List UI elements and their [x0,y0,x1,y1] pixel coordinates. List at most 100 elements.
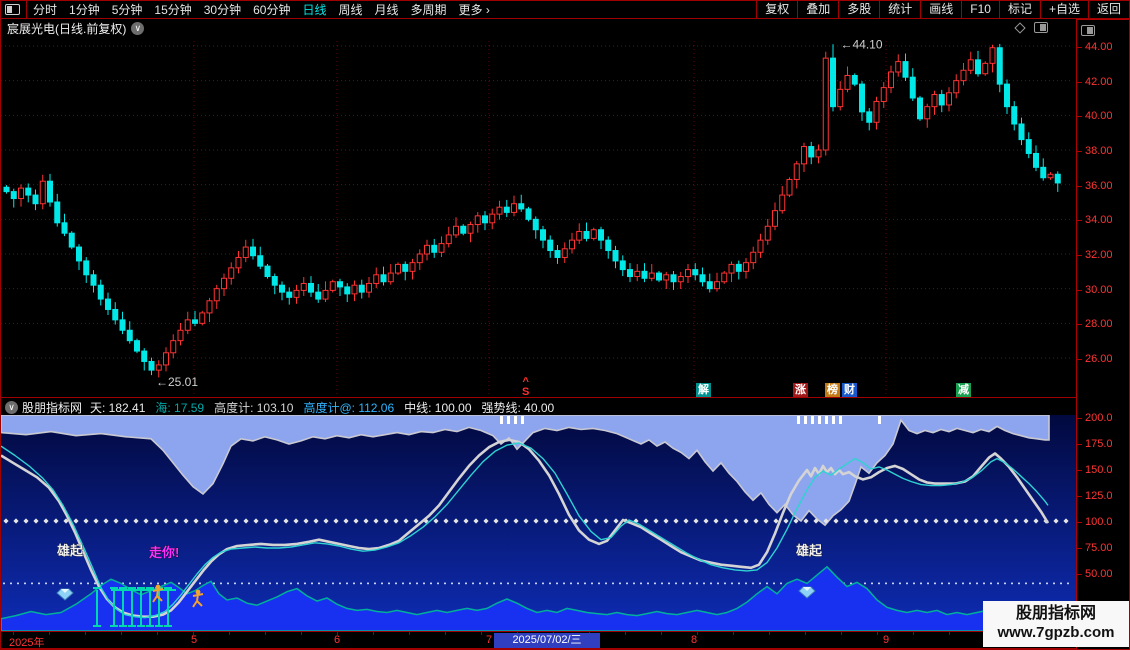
candle-body [866,111,873,123]
strong-line-dot [563,582,565,585]
time-axis[interactable]: 2025年 5 6 7 8 9 2025/07/02/三 [1,631,1076,649]
indicator-header[interactable]: ∨ 股朋指标网 天: 182.41 海: 17.59 高度计: 103.10 高度计@… [1,399,1076,415]
strong-line-dot [73,582,75,585]
price-axis-label: 36.00 [1085,179,1113,192]
tool-item-返回[interactable]: 返回 [1087,1,1129,18]
candle-body [235,256,242,269]
candle-body [503,206,510,213]
indicator-axis-label: 75.00 [1085,542,1113,554]
strong-line-dot [136,582,138,585]
layout-icon[interactable] [5,4,20,15]
tool-item-复权[interactable]: 复权 [756,1,797,18]
candlestick-chart[interactable]: ←44.10 ←25.01 [1,37,1076,398]
candle-body [308,282,314,293]
strong-line-dot [465,582,467,585]
strong-line-dot [17,582,19,585]
time-axis-label: 6 [334,634,341,646]
period-item-月线[interactable]: 月线 [369,3,405,17]
strong-line-dot [703,582,705,585]
candle-body [337,281,343,288]
candle-body [416,253,423,264]
period-item-60分钟[interactable]: 60分钟 [247,3,296,17]
strong-line-dot [297,582,299,585]
candle-body [576,230,583,241]
strong-line-dot [1060,582,1062,585]
tool-item-统计[interactable]: 统计 [879,1,920,18]
candle-body [228,267,235,279]
candle-body [779,194,786,212]
chevron-down-icon[interactable]: ∨ [131,21,145,35]
axis-tick [1077,47,1082,48]
strong-line-dot [1018,582,1020,585]
strong-line-dot [948,582,950,585]
candle-body [395,263,401,274]
price-axis-column: 44.00 42.00 40.00 38.00 36.00 34.00 32.00 30.00… [1076,19,1129,649]
indicator-panel[interactable]: 雄起 走你! 雄起 [1,415,1076,631]
axis-tick [1077,116,1082,118]
candle-body [424,244,430,255]
strong-line-dot [1053,582,1055,585]
tool-item-F10[interactable]: F10 [961,1,999,18]
candle-body [663,274,670,281]
tool-item-叠加[interactable]: 叠加 [797,1,838,18]
stock-title-bar[interactable]: 宸展光电(日线.前复权) ∨ [1,19,1076,37]
period-item-15分钟[interactable]: 15分钟 [148,3,197,17]
strong-line-dot [423,582,425,585]
strong-line-dot [864,582,866,585]
period-item-多周期[interactable]: 多周期 [405,3,453,17]
strong-line-dot [878,582,880,585]
strong-line-dot [1032,582,1034,585]
candle-body [482,215,488,224]
strong-line-dot [311,582,313,585]
period-item-更多 ›[interactable]: 更多 › [453,3,496,17]
diamond-icon[interactable] [1014,21,1026,34]
strong-line-dot [969,582,971,585]
strong-line-dot [759,582,761,585]
candle-body [786,178,793,196]
time-tick [913,632,914,635]
strong-line-dot [556,582,558,585]
candle-body [402,263,409,272]
strong-line-dot [493,582,495,585]
candle-body [721,272,728,283]
candle-body [315,291,322,300]
candle-body [750,251,757,264]
strong-line-dot [584,582,586,585]
period-item-日线[interactable]: 日线 [296,3,332,17]
candle-body [163,352,169,366]
candle-body [1011,106,1018,125]
period-item-30分钟[interactable]: 30分钟 [198,3,247,17]
maximize-panel-icon[interactable] [1081,25,1095,36]
strong-line-dot [402,582,404,585]
candle-body [467,224,474,234]
candle-body [213,288,220,302]
tool-item-+自选[interactable]: +自选 [1039,1,1088,18]
strong-line-dot [458,582,460,585]
time-tick [85,632,86,635]
tool-item-画线[interactable]: 画线 [920,1,961,18]
tool-item-标记[interactable]: 标记 [998,1,1040,18]
period-item-5分钟[interactable]: 5分钟 [106,3,149,17]
strong-line-dot [234,582,236,585]
tools-menu: 复权 叠加 多股 统计 画线 F10 标记 +自选 返回 [756,1,1129,18]
chevron-down-icon[interactable]: ∨ [5,400,18,414]
split-window-icon[interactable] [1034,22,1048,33]
strong-line-dot [325,582,327,585]
period-item-分时[interactable]: 分时 [27,3,63,17]
indicator-field: 强势线: 40.00 [481,400,555,415]
time-tick [661,632,662,635]
strong-line-dot [514,582,516,585]
period-item-周线[interactable]: 周线 [332,3,368,17]
strong-line-dot [227,582,229,585]
candle-body [366,282,372,293]
candle-body [757,239,764,253]
candle-body [126,329,133,342]
strong-line-dot [591,582,593,585]
strong-line-dot [990,582,992,585]
period-item-1分钟[interactable]: 1分钟 [63,3,106,17]
tool-item-多股[interactable]: 多股 [838,1,879,18]
time-tick [841,632,842,635]
strong-line-dot [654,582,656,585]
strong-line-dot [178,582,180,585]
candle-body [909,76,916,99]
